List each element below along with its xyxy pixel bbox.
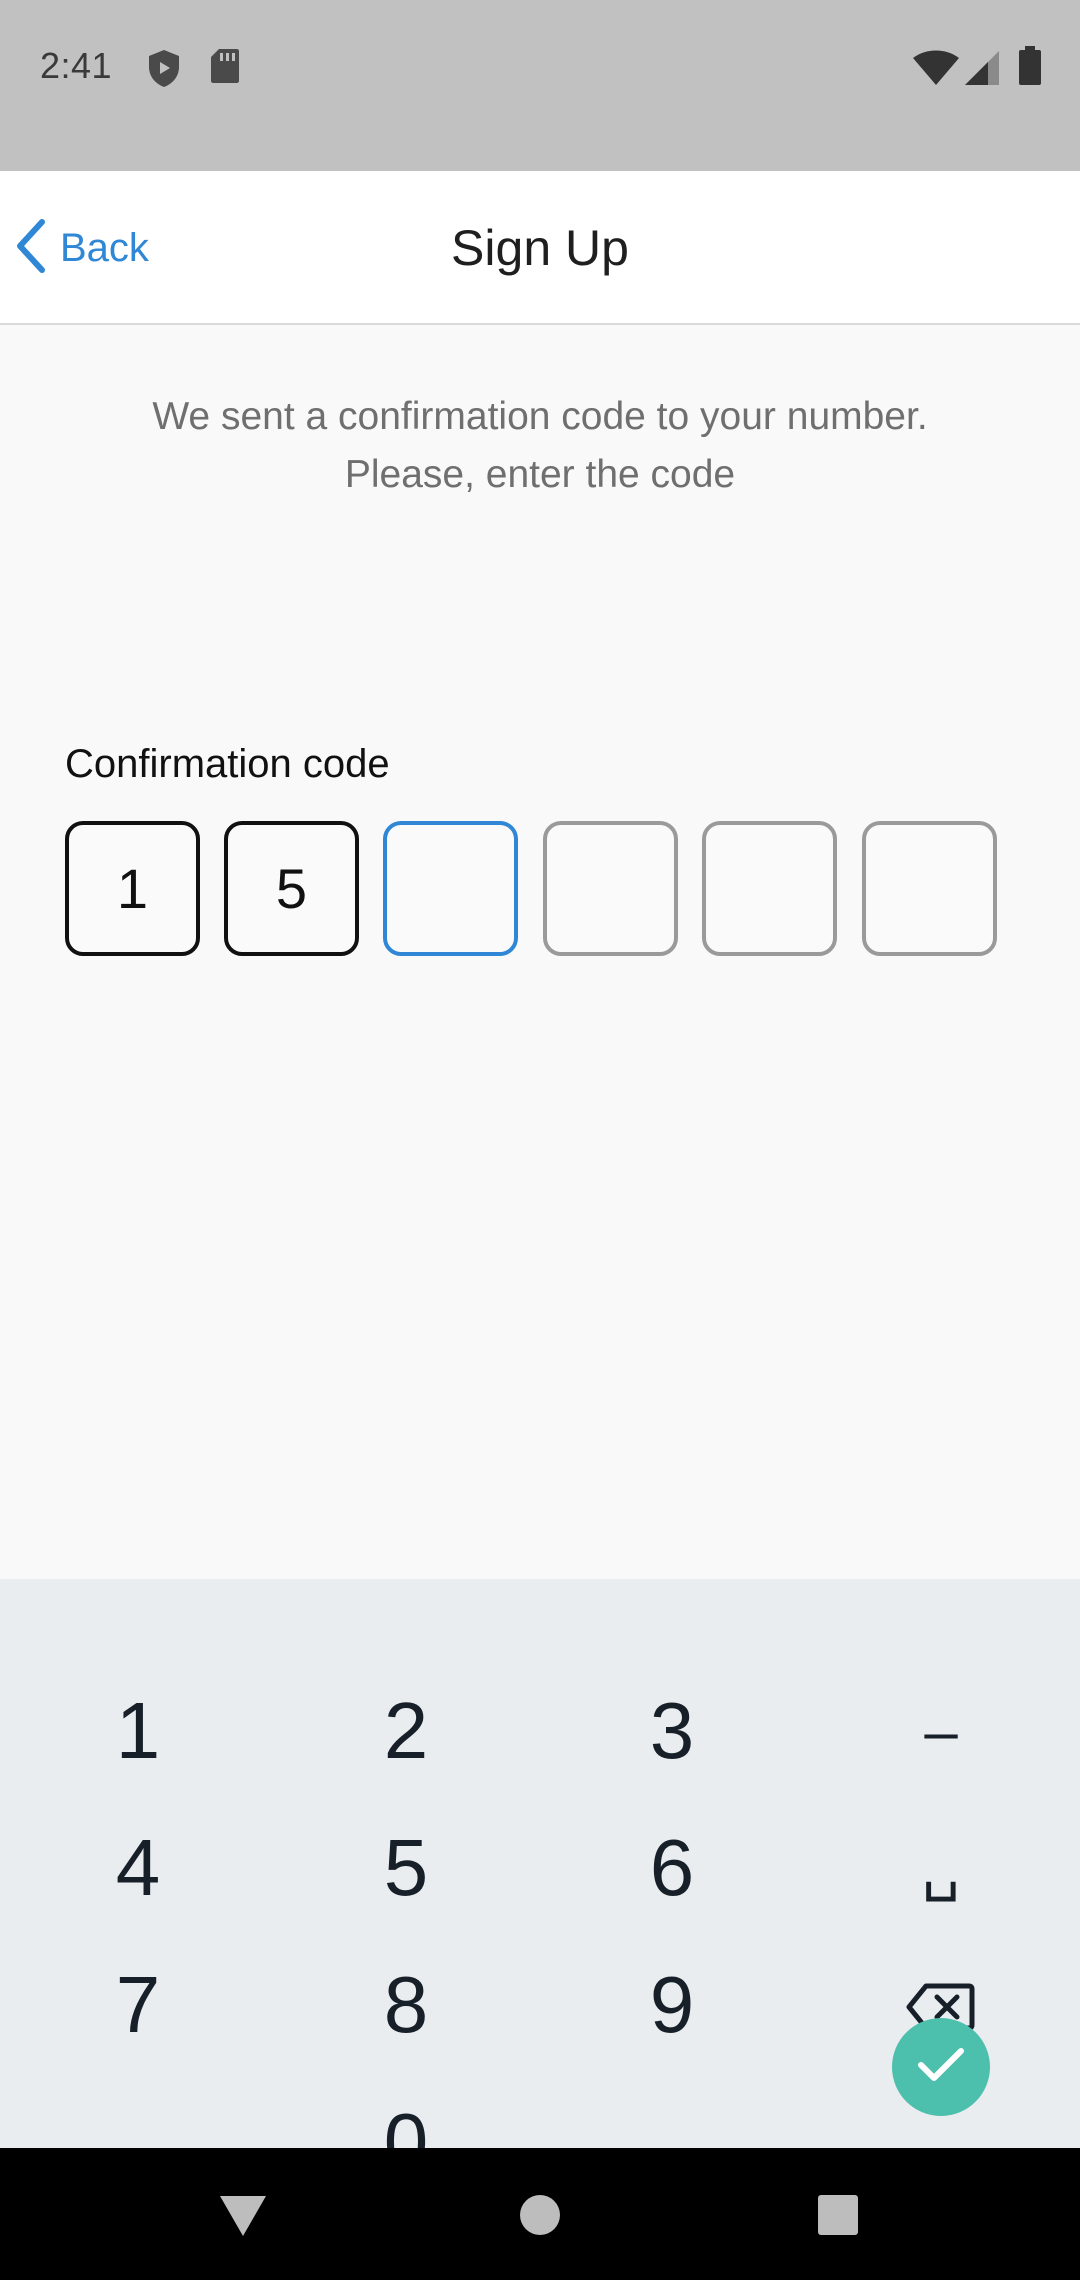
status-time: 2:41 xyxy=(40,45,113,86)
key-space[interactable]: ␣ xyxy=(861,1808,1021,1928)
key-4[interactable]: 4 xyxy=(58,1808,218,1928)
instructions-text: We sent a confirmation code to your numb… xyxy=(40,388,1040,504)
code-digit-box-2[interactable]: 5 xyxy=(224,821,359,956)
page-title: Sign Up xyxy=(451,220,629,276)
code-digit-box-3[interactable] xyxy=(383,821,518,956)
nav-back-icon[interactable] xyxy=(218,2194,268,2243)
nav-home-icon[interactable] xyxy=(519,2194,561,2241)
key-8[interactable]: 8 xyxy=(326,1945,486,2065)
code-digit-box-1[interactable]: 1 xyxy=(65,821,200,956)
key-dash[interactable]: – xyxy=(861,1671,1021,1791)
checkmark-icon xyxy=(917,2047,965,2088)
sd-card-icon xyxy=(210,48,240,89)
screen: 2:41 Back Sign Up We sent a confirmation… xyxy=(0,0,1080,2280)
code-digit-box-5[interactable] xyxy=(702,821,837,956)
battery-icon xyxy=(1018,46,1042,91)
navigation-bar xyxy=(0,2148,1080,2280)
key-7[interactable]: 7 xyxy=(58,1945,218,2065)
instructions-line-1: We sent a confirmation code to your numb… xyxy=(152,395,928,438)
done-button[interactable] xyxy=(892,2018,990,2116)
confirmation-code-label: Confirmation code xyxy=(65,742,390,786)
wifi-icon xyxy=(912,50,960,91)
app-bar: Back Sign Up xyxy=(0,171,1080,325)
key-1[interactable]: 1 xyxy=(58,1671,218,1791)
code-digit-box-4[interactable] xyxy=(543,821,678,956)
shield-icon xyxy=(147,48,181,93)
key-6[interactable]: 6 xyxy=(592,1808,752,1928)
status-bar: 2:41 xyxy=(0,0,1080,171)
key-2[interactable]: 2 xyxy=(326,1671,486,1791)
signal-icon xyxy=(964,50,1000,91)
key-3[interactable]: 3 xyxy=(592,1671,752,1791)
nav-recents-icon[interactable] xyxy=(817,2194,859,2241)
key-5[interactable]: 5 xyxy=(326,1808,486,1928)
numeric-keypad: 1 2 3 – 4 5 6 ␣ 7 8 9 , 0 . xyxy=(0,1579,1080,2186)
code-digit-box-6[interactable] xyxy=(862,821,997,956)
key-9[interactable]: 9 xyxy=(592,1945,752,2065)
instructions-line-2: Please, enter the code xyxy=(344,453,736,496)
